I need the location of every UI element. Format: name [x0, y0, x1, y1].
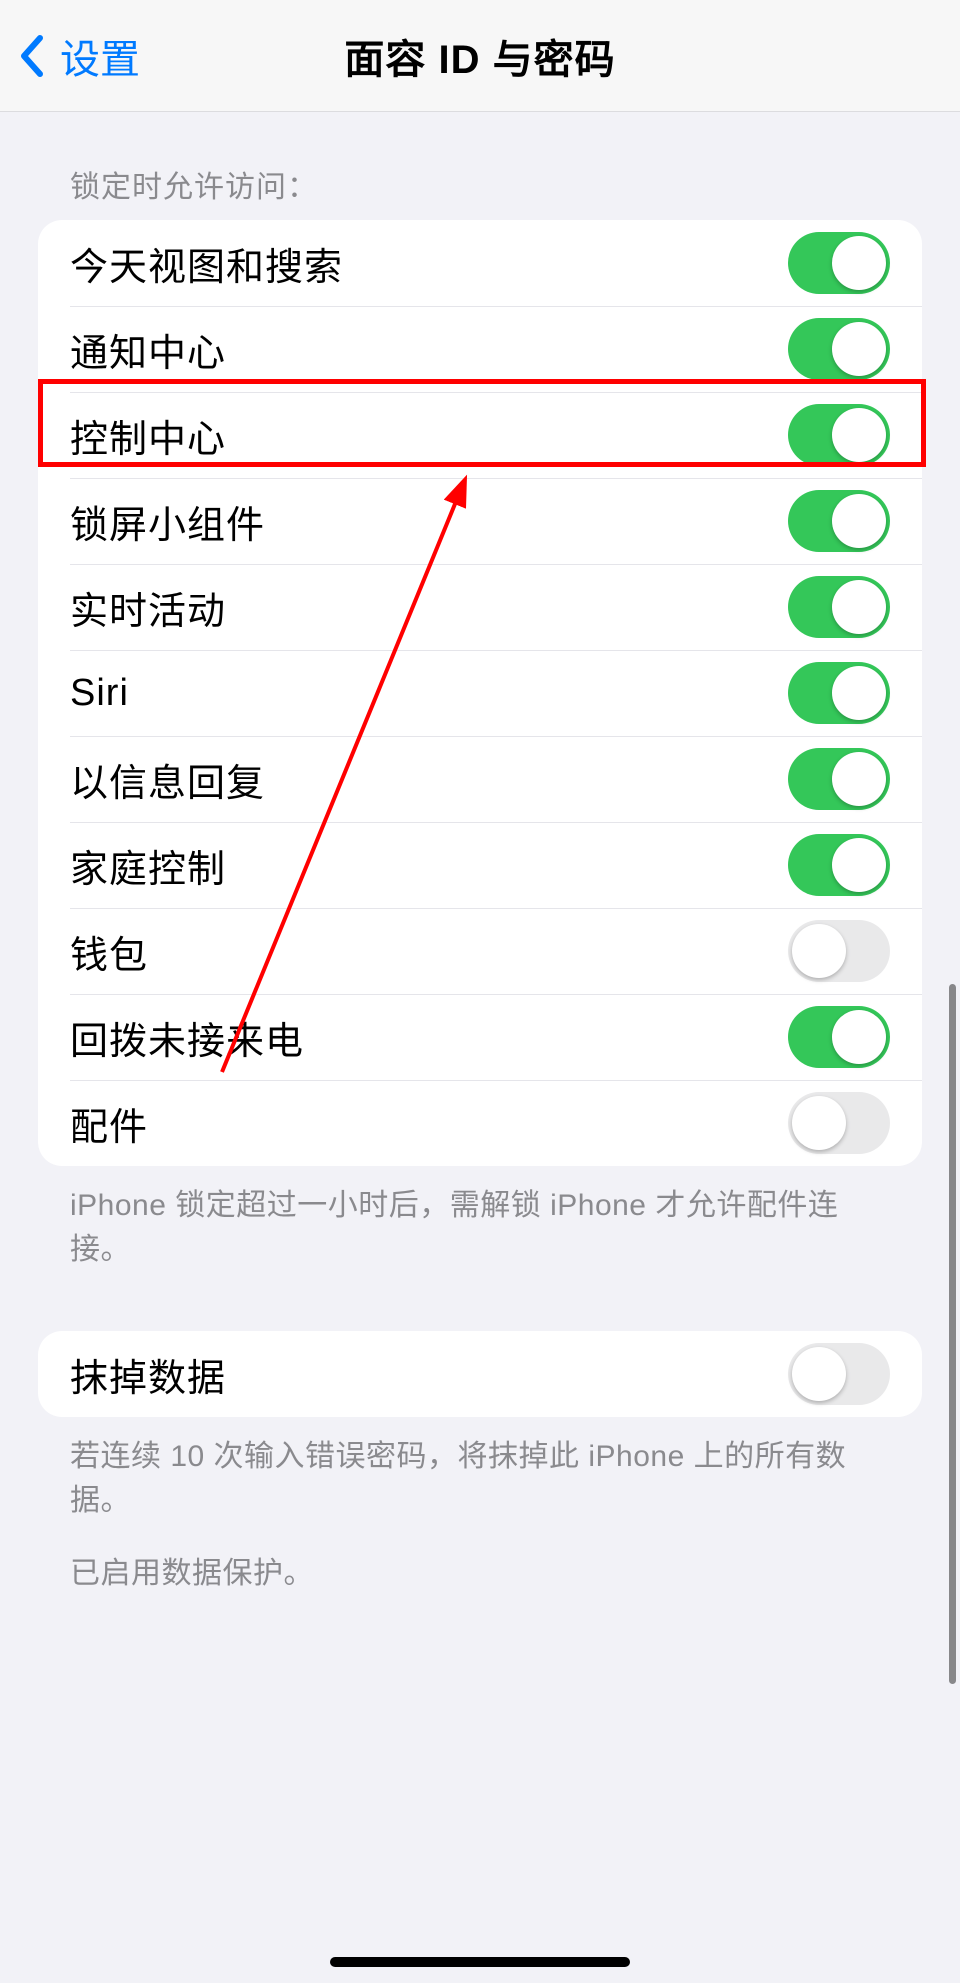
- lock-access-switch[interactable]: [788, 834, 890, 896]
- switch-knob: [792, 924, 846, 978]
- lock-access-label: 控制中心: [70, 408, 226, 463]
- lock-access-row: 实时活动: [38, 564, 922, 650]
- lock-access-switch[interactable]: [788, 490, 890, 552]
- lock-access-row: 通知中心: [38, 306, 922, 392]
- lock-access-row: 回拨未接来电: [38, 994, 922, 1080]
- switch-knob: [832, 666, 886, 720]
- lock-access-row: 今天视图和搜索: [38, 220, 922, 306]
- lock-access-row: 锁屏小组件: [38, 478, 922, 564]
- switch-knob: [792, 1096, 846, 1150]
- lock-access-label: 家庭控制: [70, 838, 226, 893]
- lock-access-row: Siri: [38, 650, 922, 736]
- switch-knob: [792, 1347, 846, 1401]
- lock-access-label: 钱包: [70, 924, 148, 979]
- navbar: 设置 面容 ID 与密码: [0, 0, 960, 112]
- chevron-left-icon: [18, 34, 46, 78]
- lock-access-switch[interactable]: [788, 920, 890, 982]
- switch-knob: [832, 838, 886, 892]
- lock-access-switch[interactable]: [788, 748, 890, 810]
- lock-access-label: 以信息回复: [70, 752, 265, 807]
- switch-knob: [832, 1010, 886, 1064]
- home-indicator[interactable]: [330, 1957, 630, 1967]
- erase-data-row: 抹掉数据: [38, 1331, 922, 1417]
- lock-access-row: 以信息回复: [38, 736, 922, 822]
- erase-data-label: 抹掉数据: [70, 1347, 226, 1402]
- section-header-lock-access: 锁定时允许访问：: [0, 112, 960, 220]
- lock-access-switch[interactable]: [788, 1006, 890, 1068]
- lock-access-switch[interactable]: [788, 232, 890, 294]
- scrollbar[interactable]: [949, 984, 956, 1684]
- lock-access-row: 家庭控制: [38, 822, 922, 908]
- lock-access-row: 钱包: [38, 908, 922, 994]
- lock-access-switch[interactable]: [788, 576, 890, 638]
- switch-knob: [832, 236, 886, 290]
- erase-data-group: 抹掉数据: [38, 1331, 922, 1417]
- lock-access-label: 通知中心: [70, 322, 226, 377]
- switch-knob: [832, 408, 886, 462]
- lock-access-group: 今天视图和搜索通知中心控制中心锁屏小组件实时活动 Siri 以信息回复家庭控制钱包回…: [38, 220, 922, 1166]
- switch-knob: [832, 580, 886, 634]
- lock-access-switch[interactable]: [788, 404, 890, 466]
- switch-knob: [832, 494, 886, 548]
- lock-access-label: 今天视图和搜索: [70, 236, 343, 291]
- lock-access-row: 控制中心: [38, 392, 922, 478]
- back-button[interactable]: 设置: [18, 27, 140, 85]
- lock-access-label: 回拨未接来电: [70, 1010, 304, 1065]
- lock-access-label: 实时活动: [70, 580, 226, 635]
- erase-data-switch[interactable]: [788, 1343, 890, 1405]
- lock-access-label: Siri: [70, 672, 129, 715]
- lock-access-footer: iPhone 锁定超过一小时后，需解锁 iPhone 才允许配件连接。: [0, 1166, 960, 1271]
- back-label: 设置: [60, 27, 140, 85]
- lock-access-switch[interactable]: [788, 662, 890, 724]
- switch-knob: [832, 752, 886, 806]
- lock-access-switch[interactable]: [788, 318, 890, 380]
- erase-data-footer-2: 已启用数据保护。: [0, 1522, 960, 1596]
- lock-access-row: 配件: [38, 1080, 922, 1166]
- lock-access-label: 配件: [70, 1096, 148, 1151]
- page-title: 面容 ID 与密码: [0, 27, 960, 85]
- lock-access-label: 锁屏小组件: [70, 494, 265, 549]
- lock-access-switch[interactable]: [788, 1092, 890, 1154]
- erase-data-footer-1: 若连续 10 次输入错误密码，将抹掉此 iPhone 上的所有数据。: [0, 1417, 960, 1522]
- switch-knob: [832, 322, 886, 376]
